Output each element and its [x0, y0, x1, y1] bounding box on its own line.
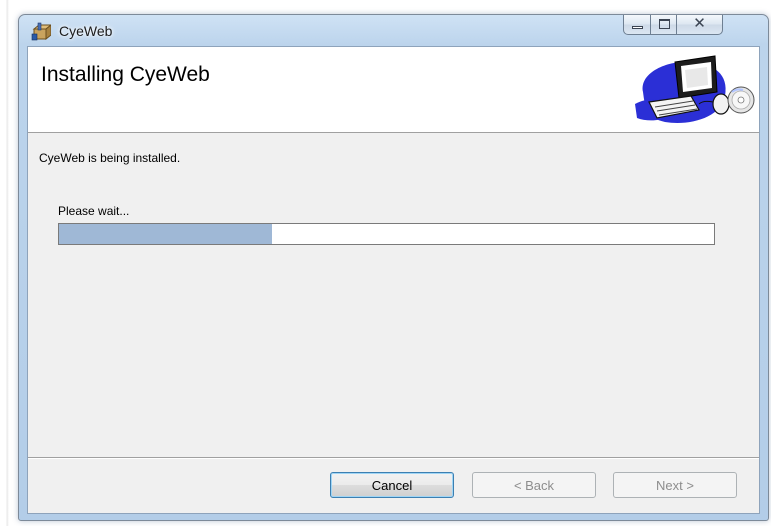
close-icon: ✕: [693, 15, 706, 32]
minimize-button[interactable]: [623, 15, 651, 35]
window-title: CyeWeb: [59, 23, 113, 39]
installer-box-icon: [31, 22, 53, 42]
background-edge: [0, 0, 12, 526]
footer-divider: [28, 457, 759, 459]
computer-setup-icon: [629, 52, 755, 130]
cancel-button[interactable]: Cancel: [330, 472, 454, 498]
back-button[interactable]: < Back: [472, 472, 596, 498]
next-button[interactable]: Next >: [613, 472, 737, 498]
install-status-text: CyeWeb is being installed.: [39, 151, 181, 165]
title-bar[interactable]: CyeWeb ✕: [19, 15, 768, 47]
install-progress-fill: [59, 224, 272, 244]
install-progress-bar: [58, 223, 715, 245]
header-banner: Installing CyeWeb: [28, 47, 759, 133]
maximize-icon: [659, 19, 670, 29]
close-button[interactable]: ✕: [676, 15, 723, 35]
installer-window: CyeWeb ✕ Installing CyeWeb CyeWeb is bei…: [18, 14, 769, 521]
page-title: Installing CyeWeb: [41, 63, 210, 86]
maximize-button[interactable]: [650, 15, 677, 35]
dialog-client-area: Installing CyeWeb CyeWeb is being instal…: [27, 46, 760, 514]
minimize-icon: [632, 26, 643, 29]
please-wait-label: Please wait...: [58, 204, 130, 218]
